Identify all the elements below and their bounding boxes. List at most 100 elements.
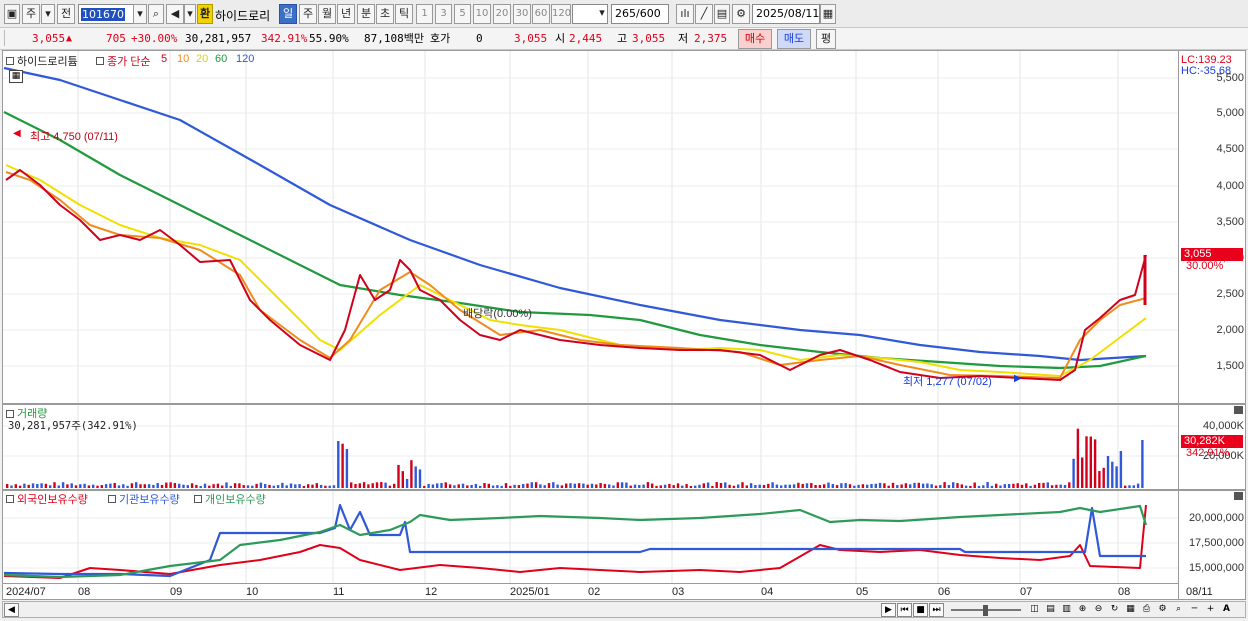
volume-bar xyxy=(797,482,800,488)
x-axis-label: 08 xyxy=(1118,586,1131,598)
volume-bar xyxy=(18,485,22,488)
x-axis-label: 2025/01 xyxy=(510,586,550,598)
volume-bar xyxy=(109,483,112,488)
volume-bar xyxy=(530,482,533,488)
ma-select-icon[interactable] xyxy=(96,57,104,65)
volume-bar xyxy=(483,483,486,488)
volume-bar xyxy=(36,484,39,488)
volume-bar xyxy=(212,484,215,488)
ma-20-line xyxy=(5,164,1147,377)
volume-bar xyxy=(547,483,551,488)
scrollbar[interactable]: ◀ ▶ ⏮ ■ ⏭ ◫ ▤ ▥ ⊕ ⊖ ↻ ▦ ⎙ ⚙ ⌕ ─ + A xyxy=(2,601,1246,618)
volume-bar xyxy=(354,484,357,488)
volume-bar xyxy=(186,485,189,488)
zoom-slider-handle[interactable] xyxy=(983,605,988,616)
volume-bar xyxy=(23,483,26,488)
volume-bar xyxy=(969,485,972,488)
table-icon[interactable]: ▦ xyxy=(9,70,23,83)
volume-bar xyxy=(659,485,662,488)
layout-icon[interactable]: ◫ xyxy=(1027,603,1042,617)
volume-bar xyxy=(44,483,48,488)
volume-bar xyxy=(53,482,56,488)
volume-bar xyxy=(767,483,770,488)
volume-bar xyxy=(487,483,490,488)
price-y-tick: 4,000 xyxy=(1216,180,1244,192)
ma-period-10: 10 xyxy=(177,53,190,65)
volume-bar xyxy=(590,483,594,488)
settings-icon[interactable]: ⚙ xyxy=(1155,603,1170,617)
volume-bar xyxy=(749,483,753,488)
holding-close-icon[interactable] xyxy=(1234,492,1243,500)
volume-bar xyxy=(298,484,301,488)
volume-bar xyxy=(702,483,705,488)
volume-bar xyxy=(1124,485,1127,488)
volume-bar xyxy=(577,483,581,488)
volume-bar xyxy=(1081,457,1084,488)
first-page-icon[interactable]: ⏮ xyxy=(897,603,912,617)
refresh-icon[interactable]: ↻ xyxy=(1107,603,1122,617)
volume-bar xyxy=(10,485,13,488)
volume-bar xyxy=(878,482,882,488)
volume-bar xyxy=(754,485,757,488)
stop-icon[interactable]: ■ xyxy=(913,603,928,617)
split-icon[interactable]: ▤ xyxy=(1043,603,1058,617)
search-zoom-icon[interactable]: ⌕ xyxy=(1171,603,1186,617)
volume-bar xyxy=(427,483,430,488)
legend-select-icon[interactable] xyxy=(108,495,116,503)
volume-bar xyxy=(92,484,95,488)
volume-bar xyxy=(1016,483,1019,488)
volume-close-icon[interactable] xyxy=(1234,406,1243,414)
volume-bar xyxy=(251,485,254,488)
legend-select-icon[interactable] xyxy=(194,495,202,503)
volume-bar xyxy=(913,482,916,488)
volume-bar xyxy=(1119,451,1123,488)
print-icon[interactable]: ⎙ xyxy=(1139,603,1154,617)
panel-select-icon[interactable] xyxy=(6,57,14,65)
volume-bar xyxy=(1132,485,1135,488)
volume-bar xyxy=(603,483,607,488)
volume-bar xyxy=(397,464,400,488)
volume-bar xyxy=(143,484,146,488)
volume-bar xyxy=(126,485,129,488)
volume-bar xyxy=(1033,484,1037,488)
volume-bar xyxy=(444,482,447,488)
chart-icon[interactable]: ▦ xyxy=(1123,603,1138,617)
scroll-left-icon[interactable]: ◀ xyxy=(4,603,19,617)
volume-bar xyxy=(1003,484,1006,488)
minus-icon[interactable]: ─ xyxy=(1187,603,1202,617)
price-y-tick: 3,500 xyxy=(1216,216,1244,228)
volume-bar xyxy=(229,485,232,488)
volume-bar xyxy=(681,485,684,488)
volume-bar xyxy=(1136,483,1140,488)
zoom-in-icon[interactable]: ⊕ xyxy=(1075,603,1090,617)
x-axis-label: 03 xyxy=(672,586,685,598)
volume-bar xyxy=(1042,482,1045,488)
next-page-icon[interactable]: ⏭ xyxy=(929,603,944,617)
holding-y-tick: 17,500,000 xyxy=(1188,537,1244,549)
plus-icon[interactable]: + xyxy=(1203,603,1218,617)
volume-bar xyxy=(74,485,78,488)
compare-icon[interactable]: ▥ xyxy=(1059,603,1074,617)
x-axis-label: 06 xyxy=(938,586,951,598)
zoom-out-icon[interactable]: ⊖ xyxy=(1091,603,1106,617)
volume-y-tick: 40,000K xyxy=(1203,420,1244,432)
volume-bar xyxy=(332,485,336,488)
volume-bar xyxy=(896,485,899,488)
volume-bar xyxy=(233,483,237,488)
font-size-icon[interactable]: A xyxy=(1219,603,1234,617)
holding-select-icon[interactable] xyxy=(6,495,14,503)
volume-bar xyxy=(117,485,121,488)
volume-bar xyxy=(973,482,976,488)
volume-select-icon[interactable] xyxy=(6,410,14,418)
ma-5-line xyxy=(5,169,1147,381)
volume-bar xyxy=(784,484,787,488)
volume-bar xyxy=(999,485,1002,488)
volume-bar xyxy=(66,484,69,488)
volume-bar xyxy=(655,485,658,488)
price-y-tick: 2,500 xyxy=(1216,288,1244,300)
scroll-right-icon[interactable]: ▶ xyxy=(881,603,896,617)
legend-foreign: 외국인보유수량 xyxy=(17,494,88,506)
volume-bar xyxy=(565,483,568,488)
volume-bar xyxy=(470,484,473,488)
volume-bar xyxy=(853,485,856,488)
